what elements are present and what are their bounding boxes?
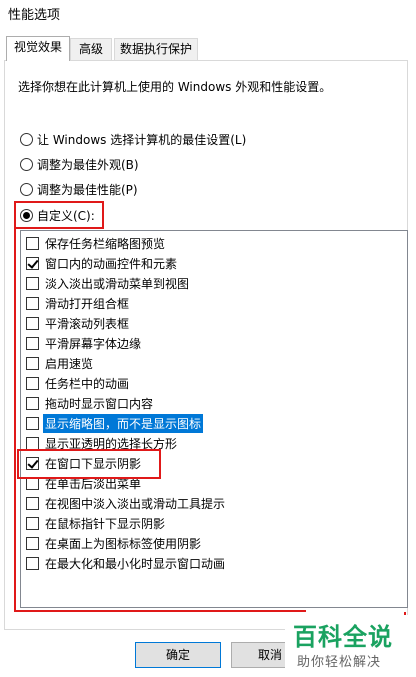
radio-label: 让 Windows 选择计算机的最佳设置(L) [37,132,247,147]
checkbox[interactable] [26,536,39,550]
highlight-list-left [14,228,18,612]
option-label: 启用速览 [45,356,94,371]
highlight-list-bottom [14,610,306,612]
tab-data-execution-prevention[interactable]: 数据执行保护 [114,38,198,60]
option-label: 平滑屏幕字体边缘 [45,336,142,351]
checkbox[interactable] [26,336,39,350]
option-label: 保存任务栏缩略图预览 [45,236,166,251]
option-label: 窗口内的动画控件和元素 [45,256,178,271]
checkbox[interactable] [26,236,39,250]
checkbox[interactable] [26,276,39,290]
checkbox[interactable] [26,296,39,310]
list-item[interactable]: 窗口内的动画控件和元素 [26,253,179,273]
option-label: 拖动时显示窗口内容 [45,396,154,411]
checkbox[interactable] [26,376,39,390]
radio-label: 调整为最佳外观(B) [37,157,139,172]
checkbox[interactable] [26,256,39,270]
description-text: 选择你想在此计算机上使用的 Windows 外观和性能设置。 [18,80,332,94]
tab-advanced[interactable]: 高级 [70,38,112,60]
radio-circle[interactable] [20,182,33,196]
option-label: 滑动打开组合框 [45,296,130,311]
window-title: 性能选项 [8,8,61,23]
option-label: 任务栏中的动画 [45,376,130,391]
watermark: 百科全说 助你轻松解决 [285,615,410,675]
option-label: 显示缩略图，而不是显示图标 [43,413,204,433]
visual-effects-list[interactable]: 保存任务栏缩略图预览 窗口内的动画控件和元素 淡入淡出或滑动菜单到视图 滑动打开… [20,230,408,608]
list-item-selected[interactable]: 显示缩略图，而不是显示图标 [26,413,204,433]
list-item[interactable]: 在桌面上为图标标签使用阴影 [26,533,203,553]
list-item[interactable]: 平滑屏幕字体边缘 [26,333,143,353]
radio-let-windows-choose[interactable]: 让 Windows 选择计算机的最佳设置(L) [20,130,246,148]
radio-label: 调整为最佳性能(P) [37,182,138,197]
list-item[interactable]: 滑动打开组合框 [26,293,131,313]
list-item[interactable]: 淡入淡出或滑动菜单到视图 [26,273,191,293]
radio-circle[interactable] [20,157,33,171]
radio-circle[interactable] [20,132,33,146]
option-label: 淡入淡出或滑动菜单到视图 [45,276,190,291]
list-item[interactable]: 拖动时显示窗口内容 [26,393,155,413]
checkbox[interactable] [26,356,39,370]
option-label: 在最大化和最小化时显示窗口动画 [45,556,226,571]
option-label: 在桌面上为图标标签使用阴影 [45,536,202,551]
list-item[interactable]: 保存任务栏缩略图预览 [26,233,167,253]
checkbox[interactable] [26,416,39,430]
list-item[interactable]: 平滑滚动列表框 [26,313,131,333]
list-item[interactable]: 在视图中淡入淡出或滑动工具提示 [26,493,227,513]
checkbox[interactable] [26,516,39,530]
list-item[interactable]: 任务栏中的动画 [26,373,131,393]
list-item[interactable]: 在最大化和最小化时显示窗口动画 [26,553,227,573]
option-label: 在鼠标指针下显示阴影 [45,516,166,531]
radio-best-performance[interactable]: 调整为最佳性能(P) [20,180,138,198]
checkbox[interactable] [26,496,39,510]
checkbox[interactable] [26,316,39,330]
option-label: 在视图中淡入淡出或滑动工具提示 [45,496,226,511]
tab-visual-effects[interactable]: 视觉效果 [6,36,70,61]
highlight-shadow-option [17,449,161,479]
checkbox[interactable] [26,436,39,450]
radio-best-appearance[interactable]: 调整为最佳外观(B) [20,155,139,173]
watermark-subtitle: 助你轻松解决 [297,655,382,670]
highlight-custom-radio [14,201,104,229]
list-item[interactable]: 在鼠标指针下显示阴影 [26,513,167,533]
list-item[interactable]: 启用速览 [26,353,95,373]
checkbox[interactable] [26,556,39,570]
title-bar: 性能选项 [0,0,416,30]
watermark-title: 百科全说 [293,623,393,651]
checkbox[interactable] [26,396,39,410]
ok-button[interactable]: 确定 [135,642,221,668]
option-label: 平滑滚动列表框 [45,316,130,331]
